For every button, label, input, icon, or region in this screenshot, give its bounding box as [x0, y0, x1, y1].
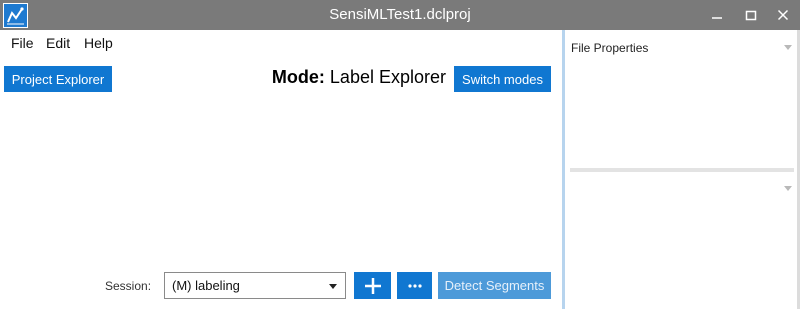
session-dropdown[interactable]: (M) labeling: [164, 272, 346, 299]
project-explorer-button[interactable]: Project Explorer: [4, 66, 112, 92]
title-bar: SensiMLTest1.dclproj: [0, 0, 800, 30]
close-button[interactable]: [766, 0, 799, 30]
properties-panel-separator[interactable]: [570, 168, 794, 172]
panel-splitter[interactable]: [562, 30, 565, 309]
menu-edit[interactable]: Edit: [46, 35, 70, 51]
maximize-button[interactable]: [734, 0, 767, 30]
ellipsis-icon: [407, 283, 422, 288]
mode-value: Label Explorer: [329, 67, 446, 87]
minimize-button[interactable]: [700, 0, 733, 30]
session-label: Session:: [105, 279, 152, 293]
mode-prefix: Mode:: [271, 67, 325, 87]
chevron-down-icon: [329, 284, 337, 289]
minimize-icon: [711, 17, 722, 19]
chevron-down-icon[interactable]: [784, 45, 792, 50]
chevron-down-icon[interactable]: [784, 186, 792, 191]
file-properties-header: File Properties: [571, 41, 649, 55]
close-icon: [777, 9, 788, 21]
more-options-button[interactable]: [397, 272, 432, 299]
menu-file[interactable]: File: [11, 35, 34, 51]
switch-modes-button[interactable]: Switch modes: [454, 66, 551, 92]
plus-icon: [364, 277, 381, 294]
detect-segments-button[interactable]: Detect Segments: [438, 272, 551, 299]
session-selected-value: (M) labeling: [172, 278, 240, 293]
maximize-icon: [745, 10, 756, 21]
menu-help[interactable]: Help: [84, 35, 113, 51]
mode-heading: Mode: Label Explorer: [264, 67, 446, 88]
window-title: SensiMLTest1.dclproj: [329, 6, 471, 23]
add-session-button[interactable]: [354, 272, 391, 299]
